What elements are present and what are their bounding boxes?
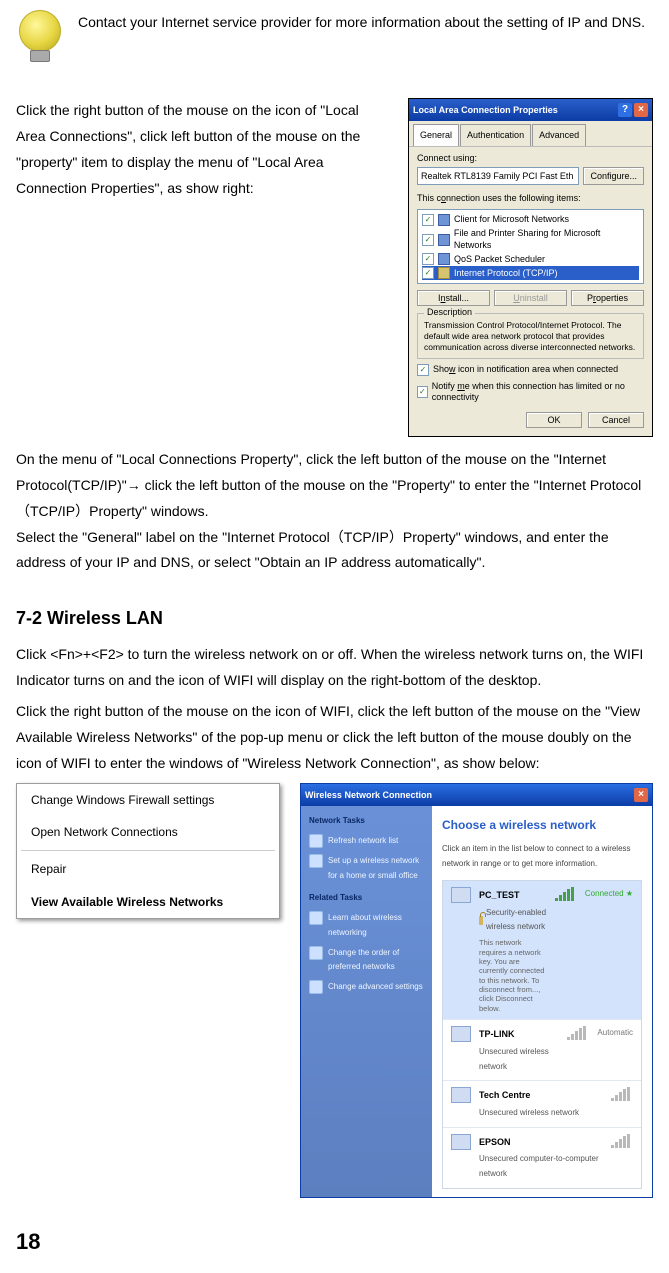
wifi-icon <box>451 1134 471 1150</box>
status-auto: Automatic <box>597 1026 633 1041</box>
titlebar: Local Area Connection Properties ? × <box>409 99 652 121</box>
close-icon[interactable]: × <box>634 788 648 802</box>
checkbox-notify[interactable] <box>417 386 428 398</box>
checkbox-icon[interactable] <box>422 267 434 279</box>
uninstall-button: Uninstall <box>494 290 567 306</box>
ctx-item-view-networks[interactable]: View Available Wireless Networks <box>17 886 279 918</box>
para-wlan-1: Click <Fn>+<F2> to turn the wireless net… <box>16 642 653 694</box>
description-title: Description <box>424 307 475 319</box>
network-item[interactable]: EPSON Unsecured computer-to-computer net… <box>443 1128 641 1188</box>
task-setup[interactable]: Set up a wireless network for a home or … <box>309 854 424 884</box>
network-item[interactable]: PC_TEST Security-enabled wireless networ… <box>443 881 641 1020</box>
setup-icon <box>309 854 323 868</box>
help-icon[interactable]: ? <box>618 103 632 117</box>
section-heading: 7-2 Wireless LAN <box>16 602 653 635</box>
checkbox-icon[interactable] <box>422 234 434 246</box>
para-after-1: On the menu of "Local Connections Proper… <box>16 447 653 525</box>
signal-icon <box>567 1026 589 1040</box>
adapter-field <box>417 167 579 185</box>
info-icon <box>309 911 323 925</box>
order-icon <box>309 946 323 960</box>
window-title: Local Area Connection Properties <box>413 102 558 119</box>
cancel-button[interactable]: Cancel <box>588 412 644 428</box>
configure-button[interactable]: Configure... <box>583 167 644 185</box>
para-right: Click the right button of the mouse on t… <box>16 98 390 202</box>
description-body: Transmission Control Protocol/Internet P… <box>424 320 637 353</box>
separator <box>21 850 275 851</box>
signal-icon <box>555 887 577 901</box>
task-refresh[interactable]: Refresh network list <box>309 834 424 849</box>
tab-advanced[interactable]: Advanced <box>532 124 586 146</box>
service-icon <box>438 234 450 246</box>
protocol-icon <box>438 267 450 279</box>
task-advanced[interactable]: Change advanced settings <box>309 980 424 995</box>
wifi-icon <box>451 1087 471 1103</box>
gear-icon <box>309 980 323 994</box>
lightbulb-icon <box>16 10 64 70</box>
lock-icon <box>479 916 483 925</box>
tab-general[interactable]: General <box>413 124 459 146</box>
para-wlan-2: Click the right button of the mouse on t… <box>16 699 653 777</box>
para-after-2: Select the "General" label on the "Inter… <box>16 525 653 577</box>
close-icon[interactable]: × <box>634 103 648 117</box>
checkbox-show-icon[interactable] <box>417 364 429 376</box>
connect-using-label: Connect using: <box>417 153 644 165</box>
task-learn[interactable]: Learn about wireless networking <box>309 911 424 941</box>
ctx-item-open-connections[interactable]: Open Network Connections <box>17 816 279 848</box>
tab-authentication[interactable]: Authentication <box>460 124 531 146</box>
service-icon <box>438 253 450 265</box>
ctx-item-firewall[interactable]: Change Windows Firewall settings <box>17 784 279 816</box>
tasks-heading: Network Tasks <box>309 814 424 829</box>
description-group: Description Transmission Control Protoco… <box>417 313 644 358</box>
network-item[interactable]: TP-LINK Unsecured wireless network Autom… <box>443 1020 641 1081</box>
wireless-window: Wireless Network Connection × Network Ta… <box>300 783 653 1198</box>
checkbox-icon[interactable] <box>422 253 434 265</box>
ctx-item-repair[interactable]: Repair <box>17 853 279 885</box>
wifi-icon <box>451 887 471 903</box>
service-icon <box>438 214 450 226</box>
wifi-icon <box>451 1026 471 1042</box>
components-list[interactable]: Client for Microsoft Networks File and P… <box>417 209 644 284</box>
window-title: Wireless Network Connection <box>305 787 432 804</box>
context-menu: Change Windows Firewall settings Open Ne… <box>16 783 280 919</box>
checkbox-icon[interactable] <box>422 214 434 226</box>
choose-network-sub: Click an item in the list below to conne… <box>442 842 642 872</box>
task-order[interactable]: Change the order of preferred networks <box>309 946 424 976</box>
lan-properties-window: Local Area Connection Properties ? × Gen… <box>408 98 653 437</box>
signal-icon <box>611 1087 633 1101</box>
tip-text: Contact your Internet service provider f… <box>78 10 645 70</box>
install-button[interactable]: Install... <box>417 290 490 306</box>
related-heading: Related Tasks <box>309 891 424 906</box>
properties-button[interactable]: Properties <box>571 290 644 306</box>
refresh-icon <box>309 834 323 848</box>
page-number: 18 <box>16 1222 653 1263</box>
titlebar: Wireless Network Connection × <box>301 784 652 806</box>
tasks-pane: Network Tasks Refresh network list Set u… <box>301 806 432 1197</box>
network-item[interactable]: Tech Centre Unsecured wireless network <box>443 1081 641 1127</box>
signal-icon <box>611 1134 633 1148</box>
choose-network-title: Choose a wireless network <box>442 814 642 836</box>
tip-row: Contact your Internet service provider f… <box>16 10 653 70</box>
network-list: PC_TEST Security-enabled wireless networ… <box>442 880 642 1189</box>
ok-button[interactable]: OK <box>526 412 582 428</box>
status-connected: Connected ★ <box>585 887 633 902</box>
